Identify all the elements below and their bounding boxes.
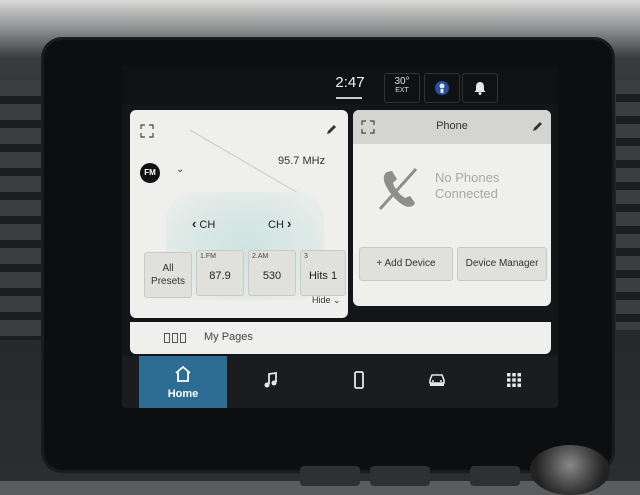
hide-label: Hide <box>312 295 331 305</box>
hardware-button[interactable] <box>370 466 430 486</box>
all-presets-line2: Presets <box>151 276 185 287</box>
hardware-button[interactable] <box>470 466 520 486</box>
no-phones-line1: No Phones <box>435 170 500 185</box>
chevron-left-icon: ‹ <box>192 216 197 231</box>
all-presets-button[interactable]: All Presets <box>144 252 192 298</box>
notifications-button[interactable] <box>462 73 498 103</box>
music-note-icon <box>264 371 277 388</box>
nav-vehicle-button[interactable] <box>393 356 481 408</box>
no-phones-line2: Connected <box>435 186 498 201</box>
phone-disconnected-icon <box>378 167 418 211</box>
preset-value: 87.9 <box>209 270 231 282</box>
no-phones-message: No Phones Connected <box>435 170 499 202</box>
preset-button[interactable]: 2.AM 530 <box>248 250 296 296</box>
clock-underline <box>336 97 362 99</box>
car-icon <box>429 374 445 386</box>
channel-next-label: CH <box>268 219 284 231</box>
preset-index: 2.AM <box>252 253 269 260</box>
edit-icon[interactable] <box>531 121 543 133</box>
home-icon <box>175 365 191 382</box>
channel-next-button[interactable]: CH › <box>268 216 291 231</box>
hide-presets-button[interactable]: Hide ⌄ <box>312 295 341 306</box>
preset-index: 3 <box>304 253 308 260</box>
phone-card: Phone No Phones Connected + Add Device D… <box>353 110 551 306</box>
left-air-vent <box>0 80 46 340</box>
preset-button[interactable]: 1.FM 87.9 <box>196 250 244 296</box>
nav-home-button[interactable]: Home <box>139 356 227 408</box>
status-bar: 2:47 30° EXT <box>122 66 558 104</box>
right-air-vent <box>616 80 640 330</box>
channel-previous-button[interactable]: ‹ CH <box>192 216 215 231</box>
my-pages-label: My Pages <box>204 331 253 343</box>
pages-icon <box>164 333 186 343</box>
chevron-right-icon: › <box>286 216 292 231</box>
my-pages-bar[interactable]: My Pages <box>130 322 551 354</box>
nav-apps-button[interactable] <box>470 356 558 408</box>
preset-value: 530 <box>262 270 282 282</box>
add-device-button[interactable]: + Add Device <box>359 247 453 281</box>
nav-phone-button[interactable] <box>315 356 403 408</box>
smartphone-icon <box>354 371 364 389</box>
preset-index: 1.FM <box>200 253 216 260</box>
edit-icon[interactable] <box>325 124 337 136</box>
volume-knob[interactable] <box>530 445 610 495</box>
nav-home-label: Home <box>167 388 199 400</box>
phone-card-header: Phone <box>353 110 551 144</box>
device-manager-button[interactable]: Device Manager <box>457 247 547 281</box>
phone-title: Phone <box>436 120 468 132</box>
nav-media-button[interactable] <box>227 356 315 408</box>
frequency-display: 95.7 MHz <box>278 155 326 167</box>
all-presets-line1: All <box>162 263 174 274</box>
outside-temperature[interactable]: 30° EXT <box>384 73 420 103</box>
hardware-button[interactable] <box>300 466 360 486</box>
band-badge[interactable]: FM <box>140 163 160 183</box>
temperature-label: EXT <box>395 87 409 94</box>
apps-grid-icon <box>507 373 521 387</box>
preset-button[interactable]: 3 Hits 1 <box>300 250 346 296</box>
preset-value: Hits 1 <box>308 270 338 282</box>
bottom-navigation: Home <box>122 356 558 408</box>
chevron-down-icon[interactable]: ⌄ <box>176 164 184 175</box>
clock[interactable]: 2:47 <box>328 74 372 91</box>
voice-assistant-button[interactable] <box>424 73 460 103</box>
radio-card: FM ⌄ 95.7 MHz ‹ CH CH › All Presets 1.FM… <box>130 110 348 318</box>
channel-previous-label: CH <box>199 219 216 231</box>
assistant-icon <box>435 81 449 95</box>
infotainment-screen: 2:47 30° EXT FM ⌄ 95.7 MHz ‹ CH CH › All… <box>122 66 558 408</box>
chevron-down-icon: ⌄ <box>333 295 341 305</box>
expand-icon[interactable] <box>140 124 154 138</box>
temperature-value: 30° <box>394 76 410 87</box>
bell-icon <box>474 82 486 95</box>
